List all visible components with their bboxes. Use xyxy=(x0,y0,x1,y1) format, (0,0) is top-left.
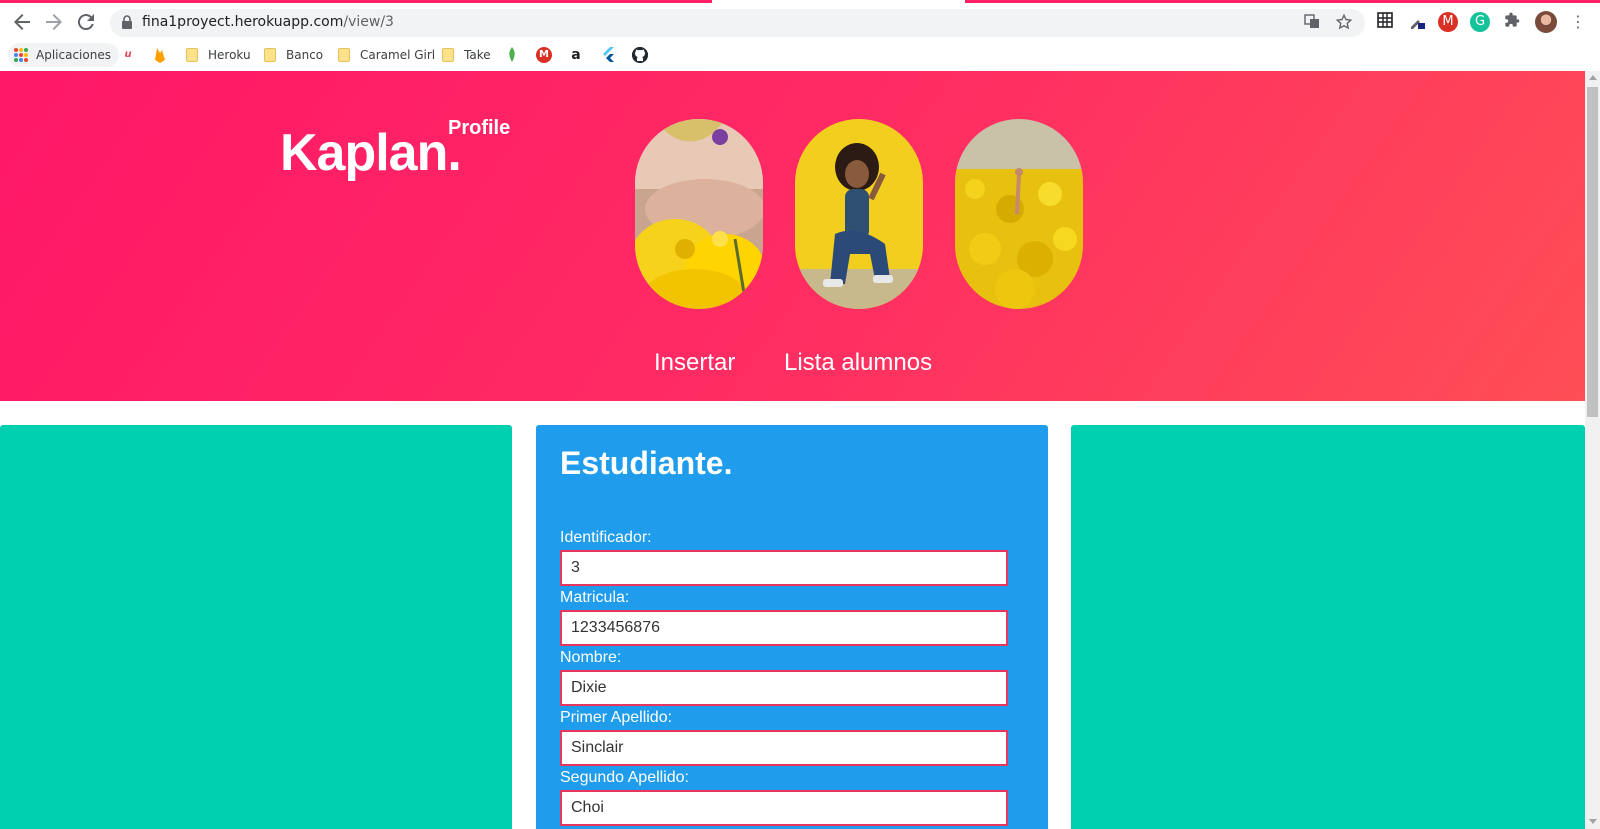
hero-header: Kaplan. Profile Insertar Lista alumnos xyxy=(0,71,1585,401)
page-scrollbar[interactable] xyxy=(1585,71,1600,829)
mongodb-bookmark-icon[interactable] xyxy=(504,47,520,63)
left-panel xyxy=(0,425,512,829)
identificador-input[interactable] xyxy=(560,550,1008,586)
avatar[interactable] xyxy=(1535,11,1557,33)
bookmark-folder-label: Take xyxy=(464,48,491,62)
apps-grid-icon xyxy=(14,48,28,62)
bookmarks-bar: Aplicaciones u Heroku Banco Caramel Girl… xyxy=(0,39,1600,72)
bookmark-folder-label: Caramel Girl xyxy=(360,48,436,62)
mega-extension-icon[interactable]: M xyxy=(1438,12,1458,32)
firebase-bookmark-icon[interactable] xyxy=(152,47,168,63)
nav-lista-alumnos[interactable]: Lista alumnos xyxy=(784,349,932,377)
folder-icon xyxy=(338,48,350,62)
bookmark-apps-label: Aplicaciones xyxy=(36,48,111,62)
hero-photo-flowers xyxy=(635,119,763,309)
bookmark-star-icon[interactable] xyxy=(1334,13,1354,33)
nav-insertar[interactable]: Insertar xyxy=(654,349,735,377)
flutter-bookmark-icon[interactable] xyxy=(600,47,616,63)
form-title: Estudiante. xyxy=(560,445,733,481)
hero-photo-woman xyxy=(795,119,923,309)
label-identificador: Identificador: xyxy=(560,529,652,546)
eyedropper-extension-icon[interactable] xyxy=(1407,12,1427,32)
page-viewport: Kaplan. Profile Insertar Lista alumnos E… xyxy=(0,71,1585,829)
segundo-apellido-input[interactable] xyxy=(560,790,1008,826)
url-host: fina1proyect.herokuapp.com xyxy=(142,14,344,30)
table-extension-icon[interactable] xyxy=(1375,12,1395,32)
student-form-card: Estudiante. Identificador: Matricula: No… xyxy=(536,425,1048,829)
address-bar[interactable]: fina1proyect.herokuapp.com/view/3 xyxy=(110,9,1365,37)
translate-icon[interactable] xyxy=(1302,13,1322,33)
browser-toolbar: fina1proyect.herokuapp.com/view/3 M G ⋮ xyxy=(0,3,1600,39)
label-matricula: Matricula: xyxy=(560,589,630,606)
url-path: /view/3 xyxy=(343,14,394,30)
hero-photo-field xyxy=(955,119,1083,309)
folder-icon xyxy=(264,48,276,62)
udemy-bookmark-icon[interactable]: u xyxy=(120,47,136,63)
mega-bookmark-icon[interactable]: M xyxy=(536,47,552,63)
back-icon[interactable] xyxy=(10,10,34,34)
nombre-input[interactable] xyxy=(560,670,1008,706)
label-nombre: Nombre: xyxy=(560,649,622,666)
scroll-down-icon[interactable] xyxy=(1589,819,1597,824)
folder-icon xyxy=(442,48,454,62)
bookmark-apps[interactable]: Aplicaciones xyxy=(8,43,119,67)
bookmark-folder-take[interactable]: Take xyxy=(442,43,491,67)
matricula-input[interactable] xyxy=(560,610,1008,646)
bookmark-folder-banco[interactable]: Banco xyxy=(264,43,323,67)
bookmark-folder-heroku[interactable]: Heroku xyxy=(186,43,251,67)
folder-icon xyxy=(186,48,198,62)
lock-icon xyxy=(122,15,132,29)
right-panel xyxy=(1071,425,1585,829)
amazon-bookmark-icon[interactable]: a xyxy=(568,47,584,63)
scroll-thumb[interactable] xyxy=(1587,87,1598,417)
more-menu-icon[interactable]: ⋮ xyxy=(1568,12,1588,32)
bookmark-folder-label: Heroku xyxy=(208,48,251,62)
bookmark-folder-label: Banco xyxy=(286,48,324,62)
puzzle-extensions-icon[interactable] xyxy=(1502,12,1522,32)
bookmark-folder-caramel-girl[interactable]: Caramel Girl xyxy=(338,43,435,67)
label-segundo-apellido: Segundo Apellido: xyxy=(560,769,689,786)
label-primer-apellido: Primer Apellido: xyxy=(560,709,673,726)
profile-link[interactable]: Profile xyxy=(448,117,510,140)
primer-apellido-input[interactable] xyxy=(560,730,1008,766)
forward-icon[interactable] xyxy=(42,10,66,34)
brand-logo[interactable]: Kaplan. xyxy=(280,123,462,183)
github-bookmark-icon[interactable] xyxy=(632,47,648,63)
url-text[interactable]: fina1proyect.herokuapp.com/view/3 xyxy=(142,14,394,30)
reload-icon[interactable] xyxy=(74,10,98,34)
scroll-up-icon[interactable] xyxy=(1589,75,1597,80)
grammarly-extension-icon[interactable]: G xyxy=(1470,12,1490,32)
